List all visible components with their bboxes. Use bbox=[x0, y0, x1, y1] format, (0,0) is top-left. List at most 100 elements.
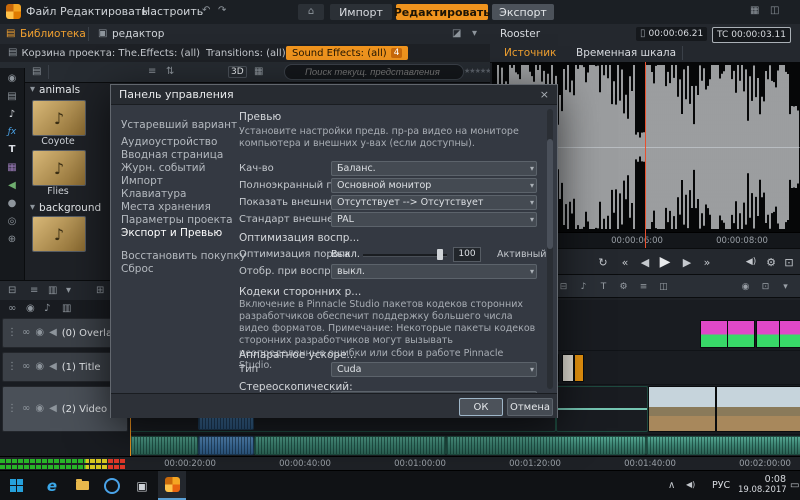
menu-setup[interactable]: Настроить bbox=[142, 5, 203, 18]
speaker-icon[interactable]: ◀) bbox=[742, 253, 760, 271]
camera-icon[interactable]: ◉ bbox=[8, 74, 17, 84]
dialog-scrollbar-thumb[interactable] bbox=[547, 139, 553, 249]
nav-export-preview[interactable]: Экспорт и Превью bbox=[121, 227, 233, 240]
search-input[interactable] bbox=[284, 64, 464, 80]
bin-project[interactable]: ▤ Корзина проекта: The... bbox=[2, 46, 153, 60]
timeline-ruler[interactable]: 00:00:20:00 00:00:40:00 00:01:00:00 00:0… bbox=[0, 456, 800, 471]
track-view-icon[interactable]: ▥ bbox=[62, 304, 71, 314]
layout-icon[interactable]: ◫ bbox=[770, 6, 779, 16]
quality-dropdown[interactable]: Баланс.▾ bbox=[331, 161, 537, 176]
standard-dropdown[interactable]: PAL▾ bbox=[331, 212, 537, 227]
settings-gear-icon[interactable]: ⚙ bbox=[762, 253, 780, 271]
bin-transitions[interactable]: Transitions: (all) bbox=[200, 46, 292, 60]
redo-icon[interactable]: ↷ bbox=[218, 6, 226, 16]
bin-effects[interactable]: Effects: (all) bbox=[134, 46, 206, 60]
asset-flies-thumb[interactable]: ♪ bbox=[32, 150, 86, 186]
rating-stars[interactable]: ★★★★★ bbox=[464, 67, 490, 75]
cancel-button[interactable]: Отмена bbox=[507, 398, 553, 416]
audio-icon[interactable]: ◀ bbox=[8, 181, 16, 191]
dialog-scrollbar[interactable] bbox=[547, 109, 553, 389]
start-button[interactable] bbox=[2, 471, 30, 500]
audio-clip[interactable] bbox=[254, 436, 446, 455]
filmstrip-icon[interactable]: ▦ bbox=[254, 67, 263, 77]
title-icon[interactable]: T bbox=[9, 145, 16, 155]
video-clip-thumbnail[interactable] bbox=[716, 386, 800, 432]
threshold-slider-thumb[interactable] bbox=[437, 249, 443, 260]
nav-event-log[interactable]: Журн. событий bbox=[121, 162, 233, 175]
tab-library[interactable]: Библиотека bbox=[20, 28, 86, 40]
step-forward-button[interactable]: ▶ bbox=[678, 253, 696, 271]
tab-source[interactable]: Источник bbox=[504, 47, 556, 59]
speaker-icon[interactable]: ◀ bbox=[49, 404, 57, 414]
group-animals[interactable]: ▾ animals bbox=[30, 84, 80, 96]
import-mode-button[interactable]: Импорт bbox=[330, 4, 392, 20]
nav-audio-device[interactable]: Аудиоустройство bbox=[121, 136, 233, 149]
nav-project-settings[interactable]: Параметры проекта bbox=[121, 214, 233, 227]
fullscreen-dropdown[interactable]: Основной монитор▾ bbox=[331, 178, 537, 193]
nav-reset[interactable]: Сброс bbox=[121, 263, 233, 276]
music-icon[interactable]: ♪ bbox=[9, 110, 15, 120]
undo-icon[interactable]: ↶ bbox=[202, 6, 210, 16]
trash-icon[interactable]: ⊟ bbox=[8, 286, 16, 296]
eye-icon[interactable]: ◉ bbox=[35, 362, 44, 372]
menu-file[interactable]: Файл bbox=[26, 5, 56, 18]
step-back-button[interactable]: ◀ bbox=[636, 253, 654, 271]
pin-icon[interactable]: ◪ bbox=[452, 29, 461, 39]
audio-mixer-icon[interactable]: ♪ bbox=[576, 279, 591, 294]
export-mode-button[interactable]: Экспорт bbox=[492, 4, 554, 20]
panel-menu-icon[interactable]: ▾ bbox=[472, 29, 477, 39]
tab-timeline[interactable]: Временная шкала bbox=[576, 47, 676, 59]
next-button[interactable]: » bbox=[698, 253, 716, 271]
asset-background-thumb[interactable]: ♪ bbox=[32, 216, 86, 252]
external-dropdown[interactable]: Отсутствует --> Отсутствует▾ bbox=[331, 195, 537, 210]
taskbar-pinnacle-active[interactable] bbox=[158, 471, 186, 500]
magnet-icon[interactable]: ◉ bbox=[738, 279, 753, 294]
audio-clip[interactable] bbox=[646, 436, 800, 455]
video-clip-thumbnail[interactable] bbox=[648, 386, 716, 432]
list-tool-icon[interactable]: ≡ bbox=[636, 279, 651, 294]
bin-sound-effects[interactable]: Sound Effects: (all) 4 bbox=[286, 46, 408, 60]
prev-button[interactable]: « bbox=[616, 253, 634, 271]
taskbar-store[interactable]: ▣ bbox=[128, 471, 156, 500]
taskbar-explorer[interactable] bbox=[68, 471, 96, 500]
speaker-icon[interactable]: ◀ bbox=[49, 328, 57, 338]
audio-clip[interactable] bbox=[130, 436, 198, 455]
audio-monitor-icon[interactable]: ♪ bbox=[44, 304, 50, 314]
speaker-icon[interactable]: ◀ bbox=[49, 362, 57, 372]
video-clip[interactable] bbox=[556, 386, 648, 432]
group-background[interactable]: ▾ background bbox=[30, 202, 101, 214]
link-icon[interactable]: ∞ bbox=[8, 304, 16, 314]
web-icon[interactable]: ⊕ bbox=[8, 235, 16, 245]
clip-thumbnail[interactable] bbox=[574, 354, 584, 382]
volume-icon[interactable]: ◀) bbox=[686, 481, 695, 489]
ok-button[interactable]: ОК bbox=[459, 398, 503, 416]
nav-import[interactable]: Импорт bbox=[121, 175, 233, 188]
source-playhead[interactable] bbox=[645, 62, 646, 248]
zoom-fit-icon[interactable]: ⊡ bbox=[758, 279, 773, 294]
language-indicator[interactable]: РУС bbox=[712, 480, 730, 491]
gear-icon[interactable]: ⚙ bbox=[616, 279, 631, 294]
title-tool-icon[interactable]: T bbox=[596, 279, 611, 294]
play-button[interactable]: ▶ bbox=[656, 253, 674, 271]
toolbar-menu-icon[interactable]: ▾ bbox=[778, 279, 793, 294]
eye-icon[interactable]: ◉ bbox=[35, 404, 44, 414]
asset-coyote-thumb[interactable]: ♪ bbox=[32, 100, 86, 136]
threshold-value-box[interactable]: 100 bbox=[453, 247, 481, 262]
nav-keyboard[interactable]: Клавиатура bbox=[121, 188, 233, 201]
grid-view-icon[interactable]: ▥ bbox=[48, 286, 57, 296]
remove-track-icon[interactable]: ⊟ bbox=[556, 279, 571, 294]
nav-legacy[interactable]: Устаревший вариант bbox=[121, 119, 233, 132]
type-dropdown[interactable]: Cuda▾ bbox=[331, 362, 537, 377]
nav-restore-purchase[interactable]: Восстановить покупку bbox=[121, 250, 233, 263]
grid-icon[interactable]: ▦ bbox=[750, 6, 759, 16]
clip-thumbnail[interactable] bbox=[562, 354, 574, 382]
eye-icon[interactable]: ◉ bbox=[26, 304, 35, 314]
sort-icon[interactable]: ⇅ bbox=[166, 67, 174, 77]
view-3d-toggle[interactable]: 3D bbox=[228, 66, 247, 78]
fullscreen-icon[interactable]: ⊡ bbox=[780, 253, 798, 271]
tab-editor[interactable]: редактор bbox=[112, 28, 164, 40]
edit-mode-button[interactable]: Редактировать bbox=[396, 4, 488, 20]
home-button[interactable]: ⌂ bbox=[298, 4, 324, 20]
list-view-icon[interactable]: ≡ bbox=[148, 67, 156, 77]
disc-icon[interactable]: ◎ bbox=[8, 217, 17, 227]
